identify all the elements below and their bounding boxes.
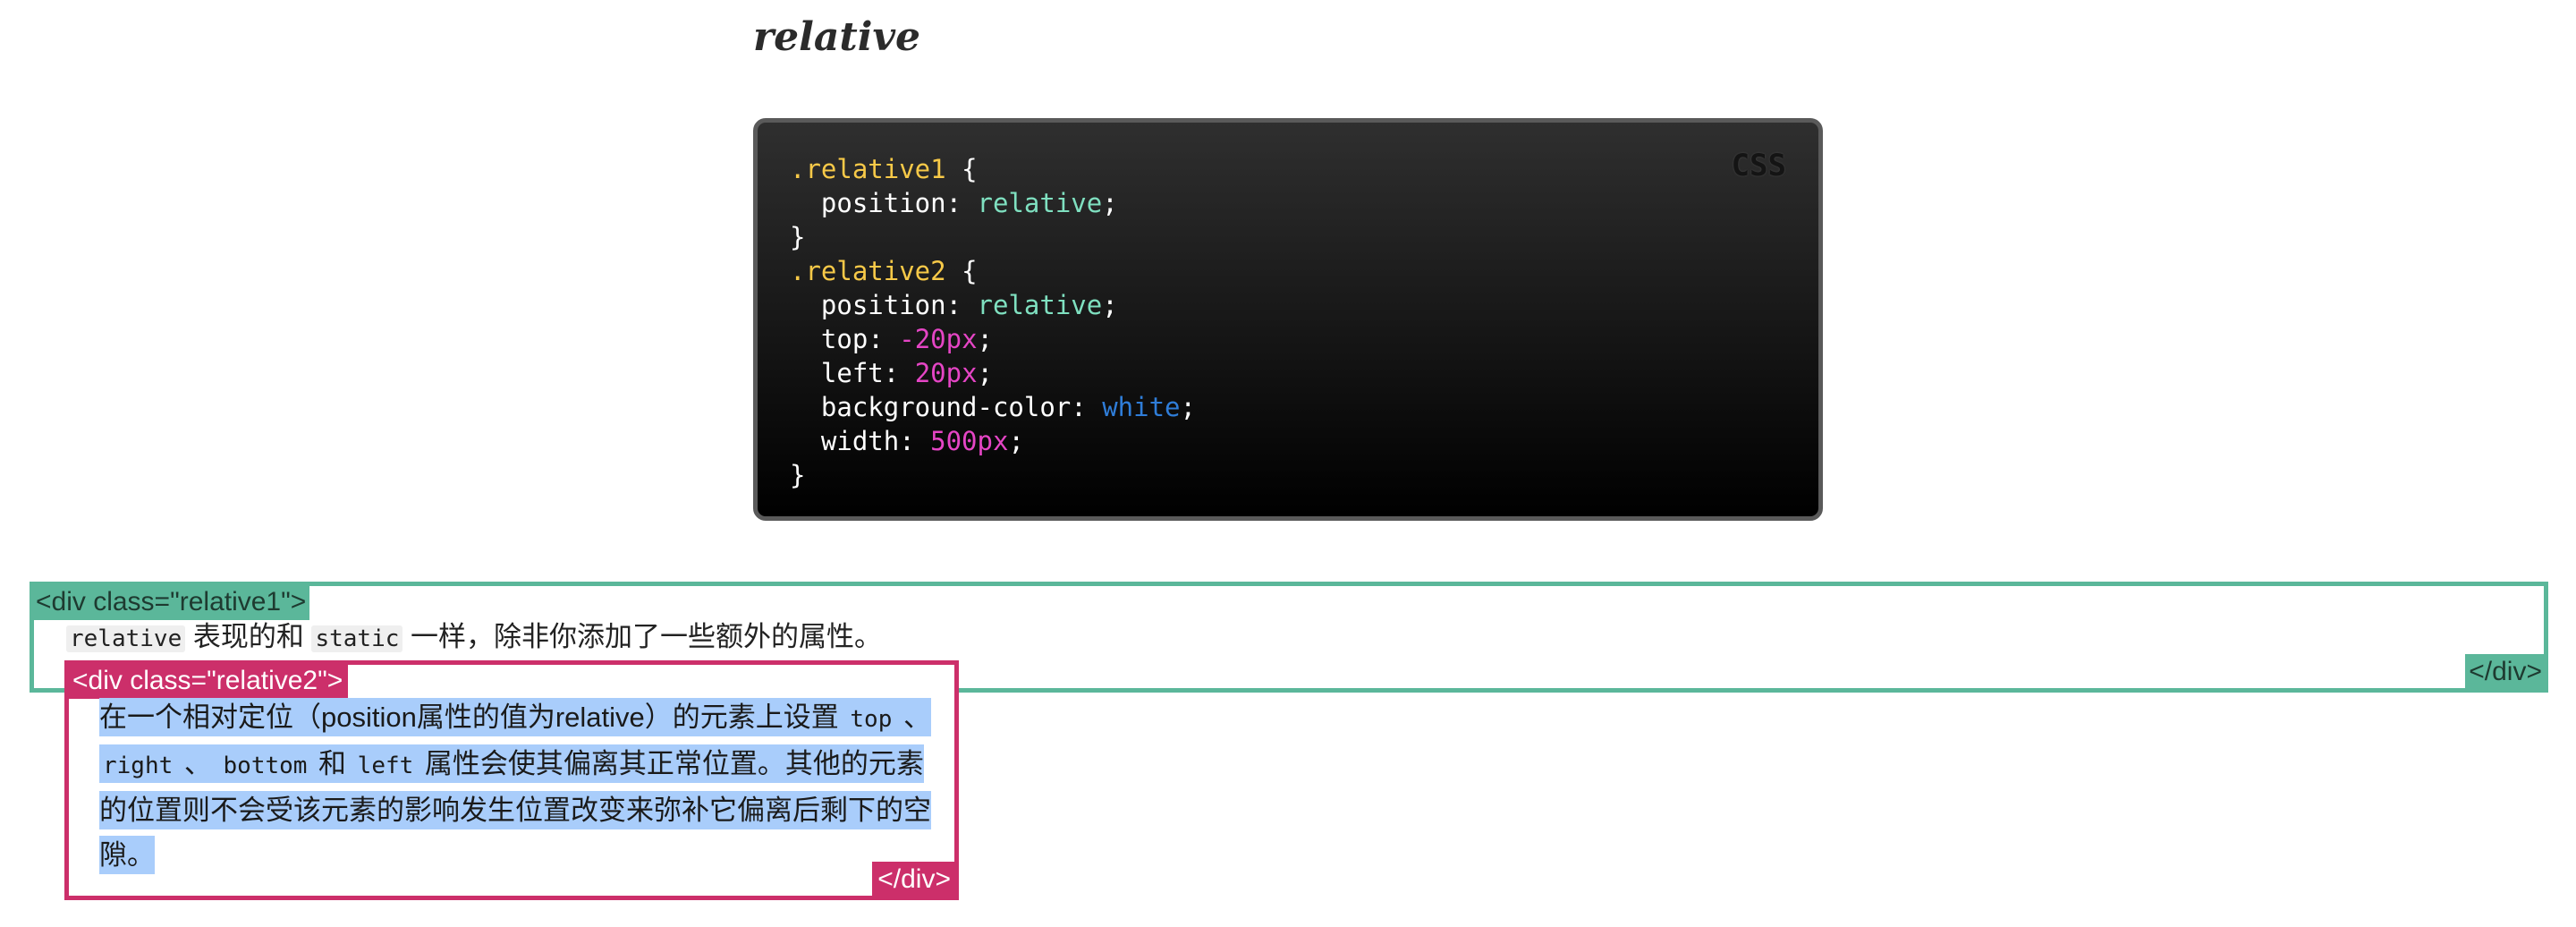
code-line: background-color: white; [790, 390, 1196, 424]
code-token: : [899, 426, 931, 456]
text-segment: 表现的和 [185, 621, 312, 652]
code-line: .relative2 { [790, 254, 1196, 288]
code-token: { [945, 154, 978, 184]
code-token: .relative1 [790, 154, 946, 184]
code-token: 20px [914, 358, 978, 388]
code-token: -20px [899, 324, 978, 354]
code-token: : [883, 358, 915, 388]
relative1-text: relative 表现的和 static 一样，除非你添加了一些额外的属性。 [66, 618, 882, 658]
relative2-demo-box: <div class="relative2"> 在一个相对定位（position… [64, 660, 959, 900]
code-token: position [790, 290, 946, 320]
code-line: .relative1 { [790, 152, 1196, 186]
code-token: ; [977, 324, 994, 354]
inline-code: relative [66, 625, 186, 652]
code-content: .relative1 { position: relative;} .relati… [790, 152, 1196, 492]
selected-text[interactable]: 在一个相对定位（position属性的值为relative）的元素上设置 top… [99, 698, 931, 874]
code-token: position [790, 188, 946, 218]
relative1-open-tag: <div class="relative1"> [32, 584, 310, 620]
code-token: ; [1008, 426, 1024, 456]
section-heading: relative [753, 14, 920, 60]
relative2-close-tag: </div> [872, 862, 956, 897]
code-token: } [790, 222, 806, 252]
code-token: relative [977, 188, 1103, 218]
code-line: left: 20px; [790, 356, 1196, 390]
code-token: : [945, 290, 978, 320]
code-token: top [790, 324, 869, 354]
inline-code: static [311, 625, 403, 652]
code-token: : [1071, 392, 1103, 422]
relative2-open-tag: <div class="relative2"> [67, 663, 349, 699]
code-line: top: -20px; [790, 322, 1196, 356]
code-line: position: relative; [790, 186, 1196, 220]
code-token: : [945, 188, 978, 218]
code-token: left [790, 358, 884, 388]
code-language-label: CSS [1731, 148, 1786, 183]
code-line: } [790, 458, 1196, 492]
code-token: : [868, 324, 900, 354]
code-line: position: relative; [790, 288, 1196, 322]
code-token: background-color [790, 392, 1072, 422]
code-token: white [1102, 392, 1181, 422]
relative1-close-tag: </div> [2465, 654, 2546, 690]
relative2-text[interactable]: 在一个相对定位（position属性的值为relative）的元素上设置 top… [99, 695, 931, 878]
code-token: .relative2 [790, 256, 946, 286]
inline-code: bottom [223, 753, 308, 779]
text-segment: 一样，除非你添加了一些额外的属性。 [402, 621, 883, 652]
code-token: ; [1102, 290, 1118, 320]
inline-code: top [850, 706, 893, 733]
code-token: ; [1180, 392, 1196, 422]
code-line: } [790, 220, 1196, 254]
code-token: ; [977, 358, 993, 388]
text-segment: 、 [895, 702, 931, 733]
text-segment: 和 [310, 748, 354, 779]
code-line: width: 500px; [790, 424, 1196, 458]
code-token: ; [1102, 188, 1118, 218]
inline-code: left [357, 753, 414, 779]
code-block: CSS .relative1 { position: relative;} .re… [753, 118, 1823, 521]
code-token: width [790, 426, 900, 456]
code-token: 500px [930, 426, 1009, 456]
code-token: } [790, 460, 806, 490]
inline-code: right [103, 753, 174, 779]
code-token: relative [977, 290, 1103, 320]
code-token: { [945, 256, 978, 286]
text-segment: 、 [176, 748, 220, 779]
text-segment: 在一个相对定位（position属性的值为relative）的元素上设置 [99, 702, 847, 733]
